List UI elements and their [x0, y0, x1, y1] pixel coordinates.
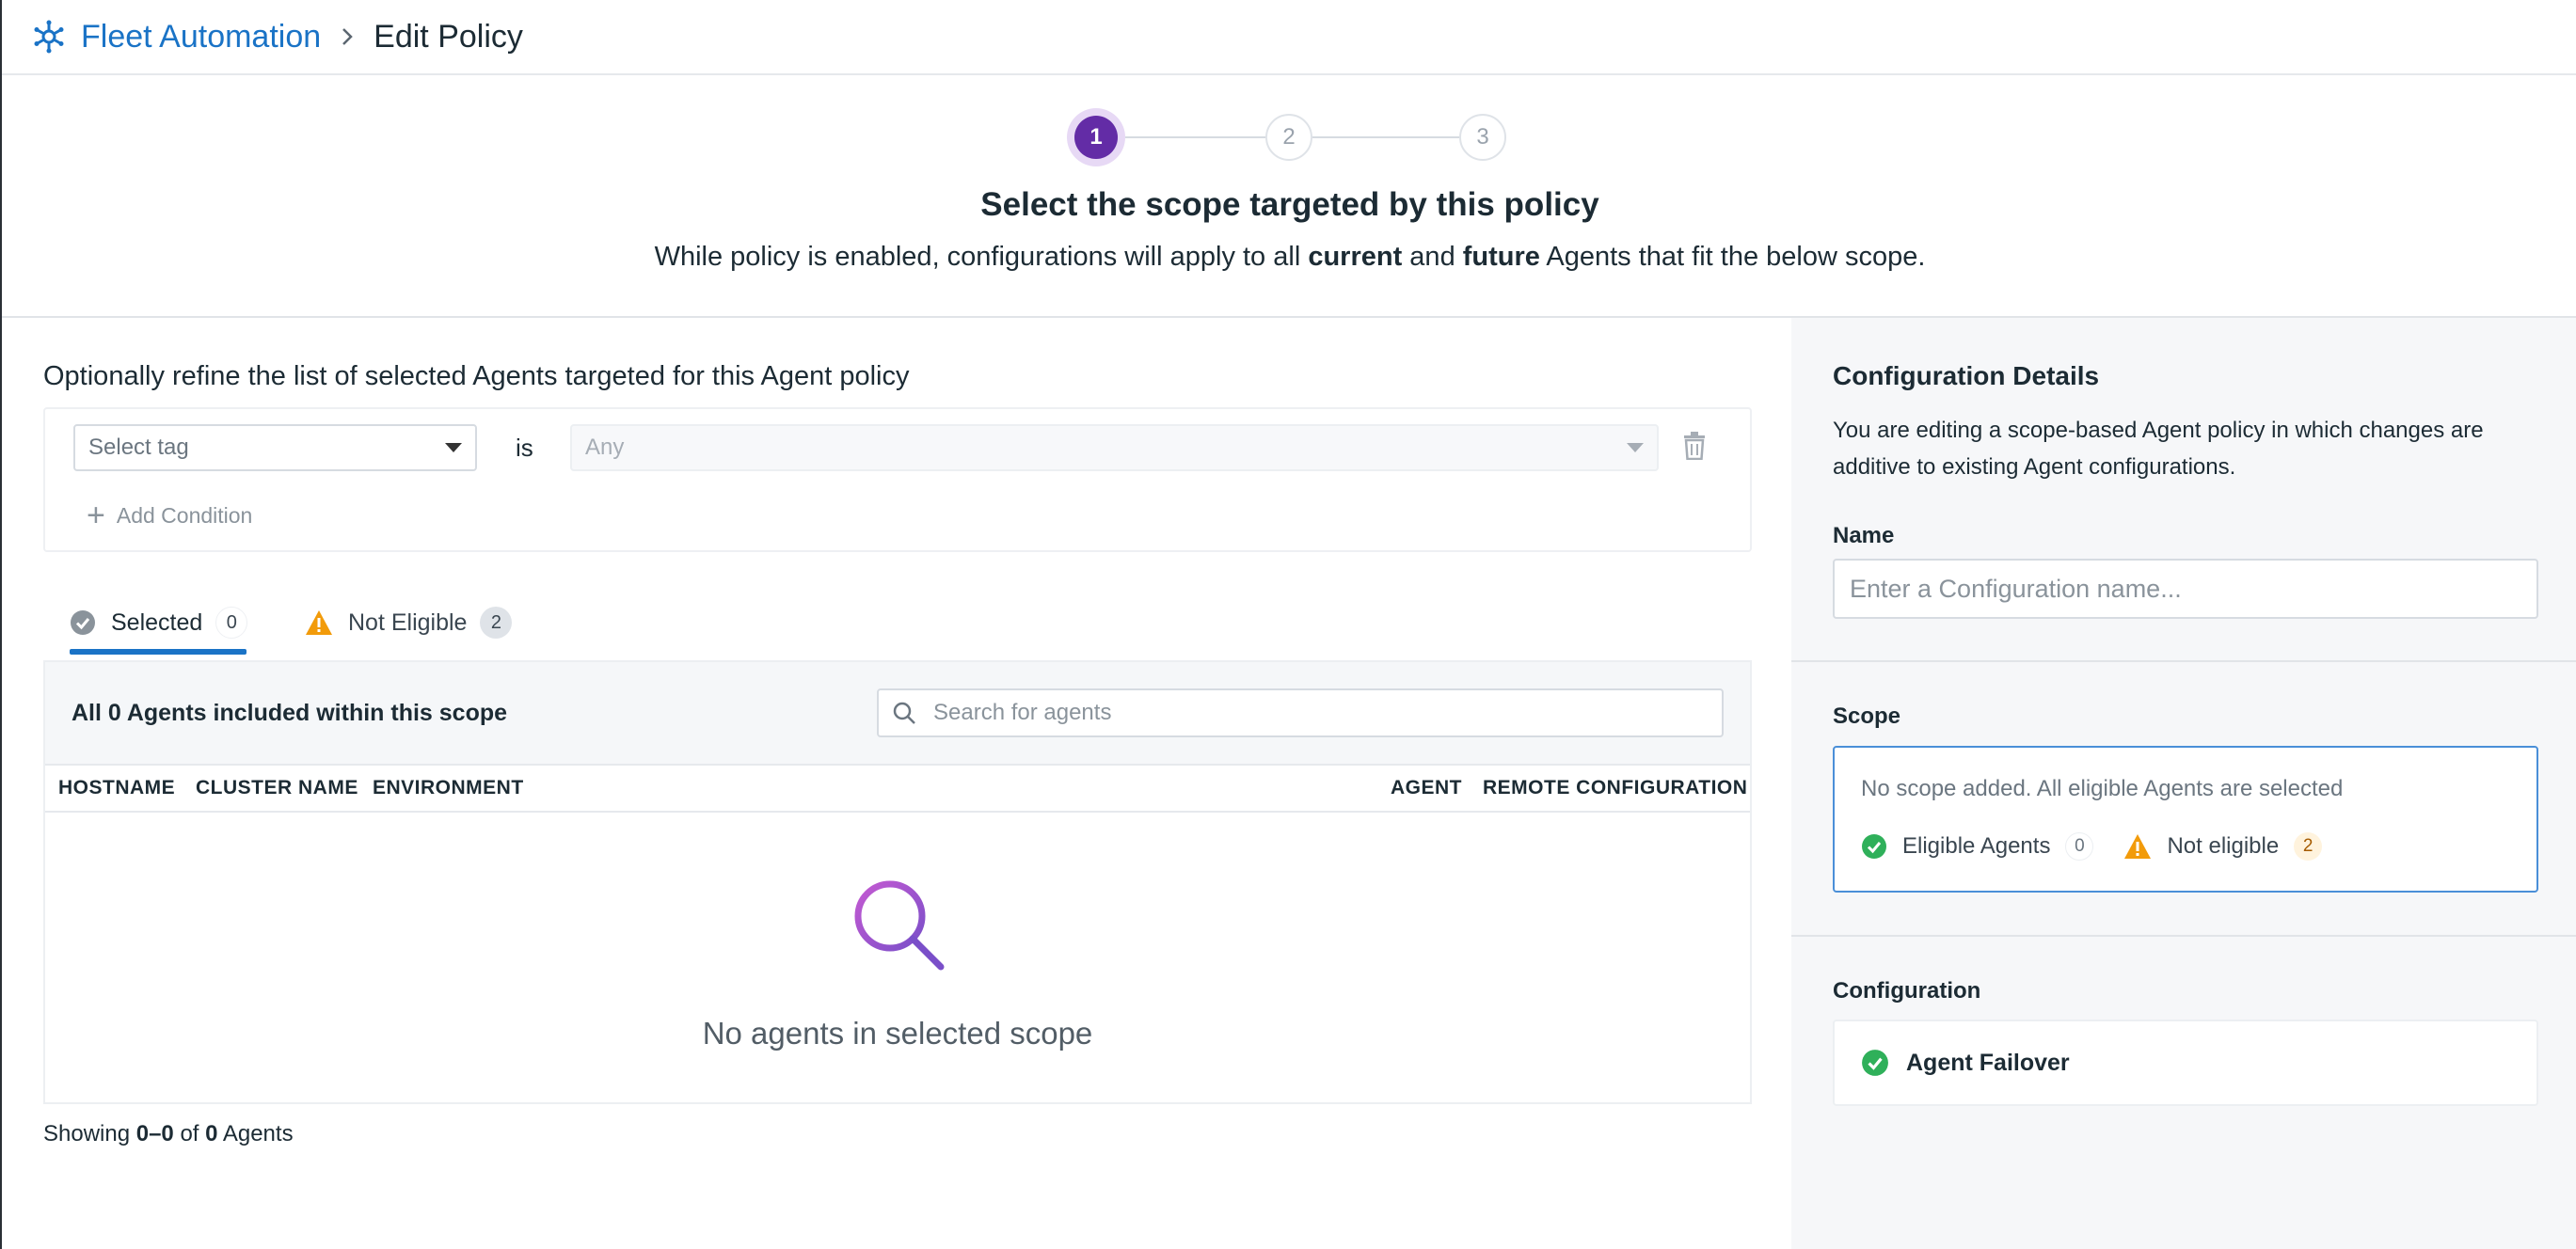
not-eligible-count: 2 [2294, 832, 2323, 861]
subtitle-emphasis-future: future [1462, 242, 1540, 272]
showing-total: 0 [205, 1121, 218, 1146]
tab-not-eligible[interactable]: Not Eligible 2 [305, 596, 513, 649]
active-tab-indicator [70, 649, 246, 655]
summary-count: 0 [107, 700, 121, 726]
step-1-number: 1 [1074, 116, 1118, 159]
scope-condition-builder: Select tag is Any + Add Condition [43, 407, 1752, 552]
subtitle-emphasis-current: current [1308, 242, 1403, 272]
wizard-stepper: 1 2 3 [2, 108, 2576, 166]
add-condition-button[interactable]: + Add Condition [87, 499, 252, 531]
breadcrumb-fleet-automation-link[interactable]: Fleet Automation [81, 19, 321, 55]
step-3[interactable]: 3 [1459, 114, 1506, 161]
tab-selected-count-badge: 0 [215, 607, 248, 639]
wizard-step-subtitle: While policy is enabled, configurations … [2, 242, 2576, 273]
refine-scope-heading: Optionally refine the list of selected A… [43, 361, 910, 391]
tab-not-eligible-count-badge: 2 [480, 607, 513, 639]
trash-icon[interactable] [1682, 432, 1707, 465]
panel-divider [1791, 660, 2576, 662]
scope-label: Scope [1833, 704, 1901, 729]
tab-selected-label: Selected [111, 609, 203, 636]
column-header-agent[interactable]: AGENT [1391, 777, 1462, 799]
search-agents-placeholder: Search for agents [933, 700, 1112, 725]
subtitle-text: and [1402, 242, 1463, 272]
tag-value-placeholder: Any [585, 435, 625, 460]
empty-search-icon [851, 877, 948, 979]
agents-summary: All 0 Agents included within this scope [72, 700, 507, 727]
name-label: Name [1833, 523, 1895, 548]
showing-text: Showing [43, 1121, 136, 1146]
configuration-details-panel: Configuration Details You are editing a … [1791, 318, 2576, 1249]
search-icon [893, 702, 915, 724]
configuration-item-agent-failover[interactable]: Agent Failover [1833, 1020, 2538, 1106]
configuration-name-input[interactable]: Enter a Configuration name... [1833, 559, 2538, 619]
chevron-right-icon [340, 25, 355, 48]
step-1-active[interactable]: 1 [1067, 108, 1125, 166]
scope-message: No scope added. All eligible Agents are … [1861, 776, 2344, 801]
agents-table-panel: All 0 Agents included within this scope … [43, 660, 1752, 1104]
condition-operator: is [516, 434, 533, 462]
select-tag-placeholder: Select tag [88, 435, 189, 460]
caret-down-icon [445, 443, 462, 452]
column-header-environment[interactable]: ENVIRONMENT [373, 777, 524, 799]
showing-text: Agents [217, 1121, 294, 1146]
scope-counts: Eligible Agents 0 Not eligible 2 [1861, 832, 2323, 861]
warning-icon [2123, 833, 2152, 860]
fleet-automation-logo-icon[interactable] [30, 18, 68, 55]
empty-state-message: No agents in selected scope [702, 1016, 1093, 1051]
subtitle-text: Agents that fit the below scope. [1539, 242, 1926, 272]
configuration-label: Configuration [1833, 978, 1981, 1004]
agent-tabs: Selected 0 Not Eligible 2 [43, 596, 1752, 655]
tag-value-dropdown[interactable]: Any [570, 424, 1659, 471]
agents-table-header: HOSTNAME CLUSTER NAME ENVIRONMENT AGENT … [45, 766, 1750, 813]
summary-text: Agents included within this scope [120, 700, 508, 726]
plus-icon: + [87, 498, 105, 533]
showing-range: 0–0 [135, 1121, 174, 1146]
agents-table-toolbar: All 0 Agents included within this scope … [45, 662, 1750, 766]
top-header: Fleet Automation Edit Policy [2, 0, 2576, 75]
panel-divider [1791, 935, 2576, 937]
tab-selected[interactable]: Selected 0 [70, 596, 248, 649]
column-header-remote-configuration[interactable]: REMOTE CONFIGURATION [1483, 777, 1747, 799]
scope-summary-box: No scope added. All eligible Agents are … [1833, 746, 2538, 893]
caret-down-icon [1627, 443, 1644, 452]
configuration-details-title: Configuration Details [1833, 361, 2100, 390]
configuration-details-description: You are editing a scope-based Agent poli… [1833, 418, 2484, 480]
subtitle-text: While policy is enabled, configurations … [654, 242, 1309, 272]
stepper-connector [1125, 136, 1265, 138]
select-tag-dropdown[interactable]: Select tag [73, 424, 477, 471]
eligible-agents-count: 0 [2065, 832, 2094, 861]
check-circle-icon [1861, 1049, 1889, 1077]
eligible-agents-label: Eligible Agents [1902, 833, 2051, 859]
configuration-item-label: Agent Failover [1906, 1049, 2070, 1076]
configuration-name-placeholder: Enter a Configuration name... [1850, 574, 2182, 603]
pagination-summary: Showing 0–0 of 0 Agents [43, 1121, 294, 1147]
column-header-cluster-name[interactable]: CLUSTER NAME [196, 777, 358, 799]
showing-text: of [173, 1121, 206, 1146]
warning-icon [305, 609, 333, 636]
check-circle-icon [70, 609, 96, 636]
step-2[interactable]: 2 [1265, 114, 1312, 161]
breadcrumb-current-page: Edit Policy [374, 18, 523, 55]
summary-text: All [72, 700, 108, 726]
column-header-hostname[interactable]: HOSTNAME [58, 777, 175, 799]
tab-not-eligible-label: Not Eligible [348, 609, 468, 636]
check-circle-icon [1861, 833, 1887, 860]
wizard-step-title: Select the scope targeted by this policy [980, 186, 1599, 223]
stepper-connector [1312, 136, 1459, 138]
not-eligible-label: Not eligible [2167, 833, 2280, 859]
search-agents-input[interactable]: Search for agents [877, 688, 1724, 737]
add-condition-label: Add Condition [116, 502, 253, 528]
